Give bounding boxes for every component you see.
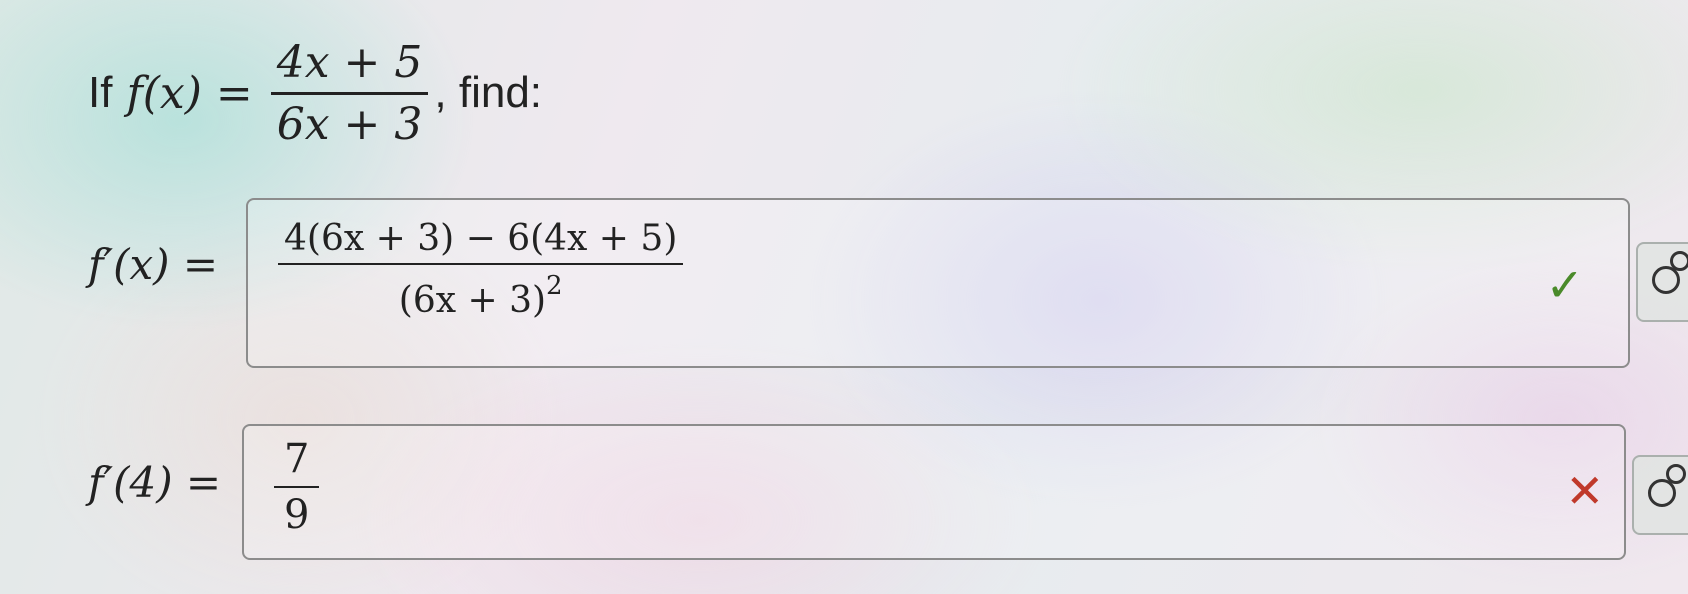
value-answer-fraction: 7 9 [274, 436, 320, 538]
function-denominator: 6x + 3 [276, 98, 423, 150]
link-rings-icon [1652, 250, 1688, 304]
value-answer-numerator: 7 [284, 436, 310, 482]
derivative-answer-denominator: (6x + 3)2 [393, 269, 569, 321]
derivative-answer-fraction: 4(6x + 3) − 6(4x + 5) (6x + 3)2 [278, 218, 684, 321]
link-button-1[interactable] [1636, 242, 1688, 322]
function-name: f(x) = [126, 67, 253, 119]
value-answer-field[interactable]: 7 9 ✕ [242, 424, 1626, 560]
function-numerator: 4x + 5 [276, 36, 423, 88]
fraction-bar [270, 91, 429, 95]
cross-icon: ✕ [1565, 464, 1604, 518]
denominator-base: (6x + 3) [398, 280, 547, 321]
denominator-exponent: 2 [546, 271, 563, 301]
fraction-bar [278, 263, 684, 265]
function-fraction: 4x + 5 6x + 3 [270, 36, 429, 150]
derivative-answer-numerator: 4(6x + 3) − 6(4x + 5) [284, 218, 678, 259]
value-answer-denominator: 9 [284, 492, 310, 538]
question-suffix: , find: [434, 68, 543, 117]
question-prefix: If [88, 68, 113, 117]
value-label: f′(4) = [88, 458, 222, 507]
fraction-bar [274, 486, 320, 488]
question-prompt: If f(x) = 4x + 5 6x + 3 , find: [88, 28, 542, 158]
link-rings-icon [1648, 463, 1686, 517]
link-button-2[interactable] [1632, 455, 1688, 535]
check-icon: ✓ [1545, 258, 1584, 312]
derivative-answer-field[interactable]: 4(6x + 3) − 6(4x + 5) (6x + 3)2 ✓ [246, 198, 1630, 368]
derivative-label: f′(x) = [88, 240, 219, 289]
